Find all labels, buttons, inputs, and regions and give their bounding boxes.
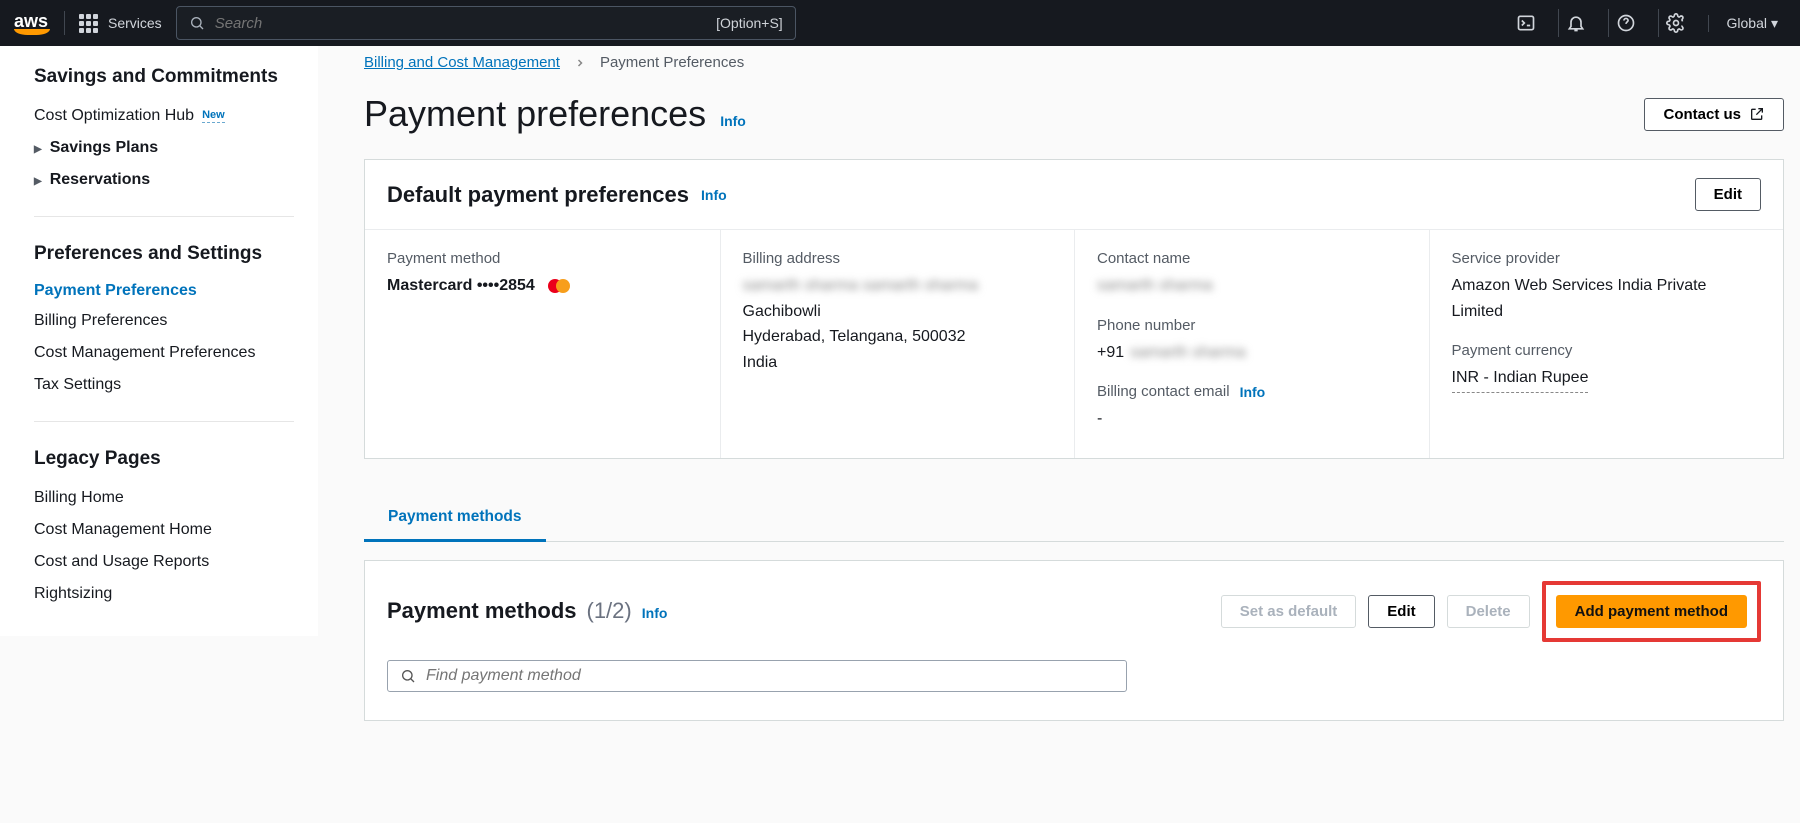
address-name-masked: samarth sharma samarth sharma: [743, 273, 1053, 299]
info-link[interactable]: Info: [642, 605, 668, 621]
grid-icon: [79, 14, 98, 33]
sidebar-item-billing-home[interactable]: Billing Home: [34, 482, 294, 514]
field-label: Billing address: [743, 250, 1053, 267]
find-payment-method[interactable]: [387, 660, 1127, 692]
field-label: Service provider: [1452, 250, 1762, 267]
phone-prefix: +91: [1097, 340, 1124, 366]
info-link[interactable]: Info: [1240, 384, 1266, 400]
field-label: Payment method: [387, 250, 698, 267]
payment-methods-panel: Payment methods (1/2) Info Set as defaul…: [364, 560, 1784, 721]
find-input[interactable]: [426, 667, 1114, 685]
notifications-icon[interactable]: [1558, 9, 1594, 37]
chevron-down-icon: ▾: [1771, 15, 1778, 32]
cell-billing-address: Billing address samarth sharma samarth s…: [720, 230, 1075, 458]
tabs: Payment methods: [364, 497, 1784, 542]
add-payment-method-button[interactable]: Add payment method: [1556, 595, 1747, 628]
edit-defaults-button[interactable]: Edit: [1695, 178, 1761, 211]
panel-title: Payment methods: [387, 598, 577, 624]
aws-logo[interactable]: aws: [14, 12, 50, 35]
info-link[interactable]: Info: [720, 113, 746, 129]
external-link-icon: [1749, 106, 1765, 122]
page-title-text: Payment preferences: [364, 93, 706, 135]
sidebar-item-payment-preferences[interactable]: Payment Preferences: [34, 277, 294, 305]
cell-provider: Service provider Amazon Web Services Ind…: [1429, 230, 1784, 458]
settings-icon[interactable]: [1658, 9, 1694, 37]
divider: [34, 216, 294, 217]
sidebar-item-cost-management-preferences[interactable]: Cost Management Preferences: [34, 337, 294, 369]
services-menu[interactable]: Services: [79, 14, 162, 33]
sidebar: Savings and Commitments Cost Optimizatio…: [0, 46, 318, 636]
sidebar-item-cur[interactable]: Cost and Usage Reports: [34, 546, 294, 578]
phone-masked: samarth sharma: [1130, 340, 1246, 366]
search-input[interactable]: [215, 15, 706, 32]
search-icon: [400, 668, 416, 684]
methods-count: (1/2): [587, 598, 632, 624]
page-title: Payment preferences Info: [364, 93, 746, 135]
sidebar-group-preferences: Preferences and Settings: [34, 243, 294, 265]
mastercard-icon: [545, 277, 573, 295]
button-label: Contact us: [1663, 106, 1741, 123]
new-badge: New: [202, 109, 225, 123]
sidebar-item-tax-settings[interactable]: Tax Settings: [34, 369, 294, 401]
divider: [34, 421, 294, 422]
payment-method-value: Mastercard ••••2854: [387, 273, 535, 299]
address-line: Hyderabad, Telangana, 500032: [743, 324, 1053, 350]
highlight-frame: Add payment method: [1542, 581, 1761, 642]
divider: [64, 11, 65, 35]
region-selector[interactable]: Global ▾: [1708, 15, 1787, 32]
breadcrumb: Billing and Cost Management Payment Pref…: [364, 54, 1784, 71]
sidebar-item-cohub[interactable]: Cost Optimization Hub New: [34, 100, 294, 132]
sidebar-group-legacy: Legacy Pages: [34, 448, 294, 470]
sidebar-item-reservations[interactable]: Reservations: [34, 164, 294, 196]
sidebar-group-savings: Savings and Commitments: [34, 66, 294, 88]
sidebar-item-savings-plans[interactable]: Savings Plans: [34, 132, 294, 164]
provider-value: Amazon Web Services India Private Limite…: [1452, 273, 1762, 324]
breadcrumb-root[interactable]: Billing and Cost Management: [364, 54, 560, 71]
contact-us-button[interactable]: Contact us: [1644, 98, 1784, 131]
sidebar-item-rightsizing[interactable]: Rightsizing: [34, 578, 294, 610]
edit-method-button[interactable]: Edit: [1368, 595, 1434, 628]
field-label: Payment currency: [1452, 342, 1762, 359]
cell-payment-method: Payment method Mastercard ••••2854: [365, 230, 720, 458]
region-label: Global: [1727, 15, 1767, 31]
search-bar[interactable]: [Option+S]: [176, 6, 796, 40]
field-label: Billing contact email: [1097, 383, 1230, 400]
info-link[interactable]: Info: [701, 187, 727, 203]
address-line: Gachibowli: [743, 299, 1053, 325]
panel-title: Default payment preferences: [387, 182, 689, 208]
cell-contact: Contact name samarth sharma Phone number…: [1074, 230, 1429, 458]
address-line: India: [743, 350, 1053, 376]
delete-method-button[interactable]: Delete: [1447, 595, 1530, 628]
cloudshell-icon[interactable]: [1508, 9, 1544, 37]
chevron-right-icon: [574, 57, 586, 69]
help-icon[interactable]: [1608, 9, 1644, 37]
breadcrumb-current: Payment Preferences: [600, 54, 744, 71]
currency-value: INR - Indian Rupee: [1452, 365, 1589, 393]
field-label: Contact name: [1097, 250, 1407, 267]
contact-name-masked: samarth sharma: [1097, 273, 1407, 299]
email-value: -: [1097, 406, 1407, 432]
search-hint: [Option+S]: [716, 15, 783, 31]
default-payment-panel: Default payment preferences Info Edit Pa…: [364, 159, 1784, 459]
set-default-button[interactable]: Set as default: [1221, 595, 1357, 628]
field-label: Phone number: [1097, 317, 1407, 334]
search-icon: [189, 15, 205, 31]
sidebar-item-label: Cost Optimization Hub: [34, 107, 194, 125]
tab-payment-methods[interactable]: Payment methods: [364, 498, 546, 542]
sidebar-item-billing-preferences[interactable]: Billing Preferences: [34, 305, 294, 337]
sidebar-item-cost-management-home[interactable]: Cost Management Home: [34, 514, 294, 546]
services-label: Services: [108, 15, 162, 31]
main-content: Billing and Cost Management Payment Pref…: [318, 46, 1800, 745]
